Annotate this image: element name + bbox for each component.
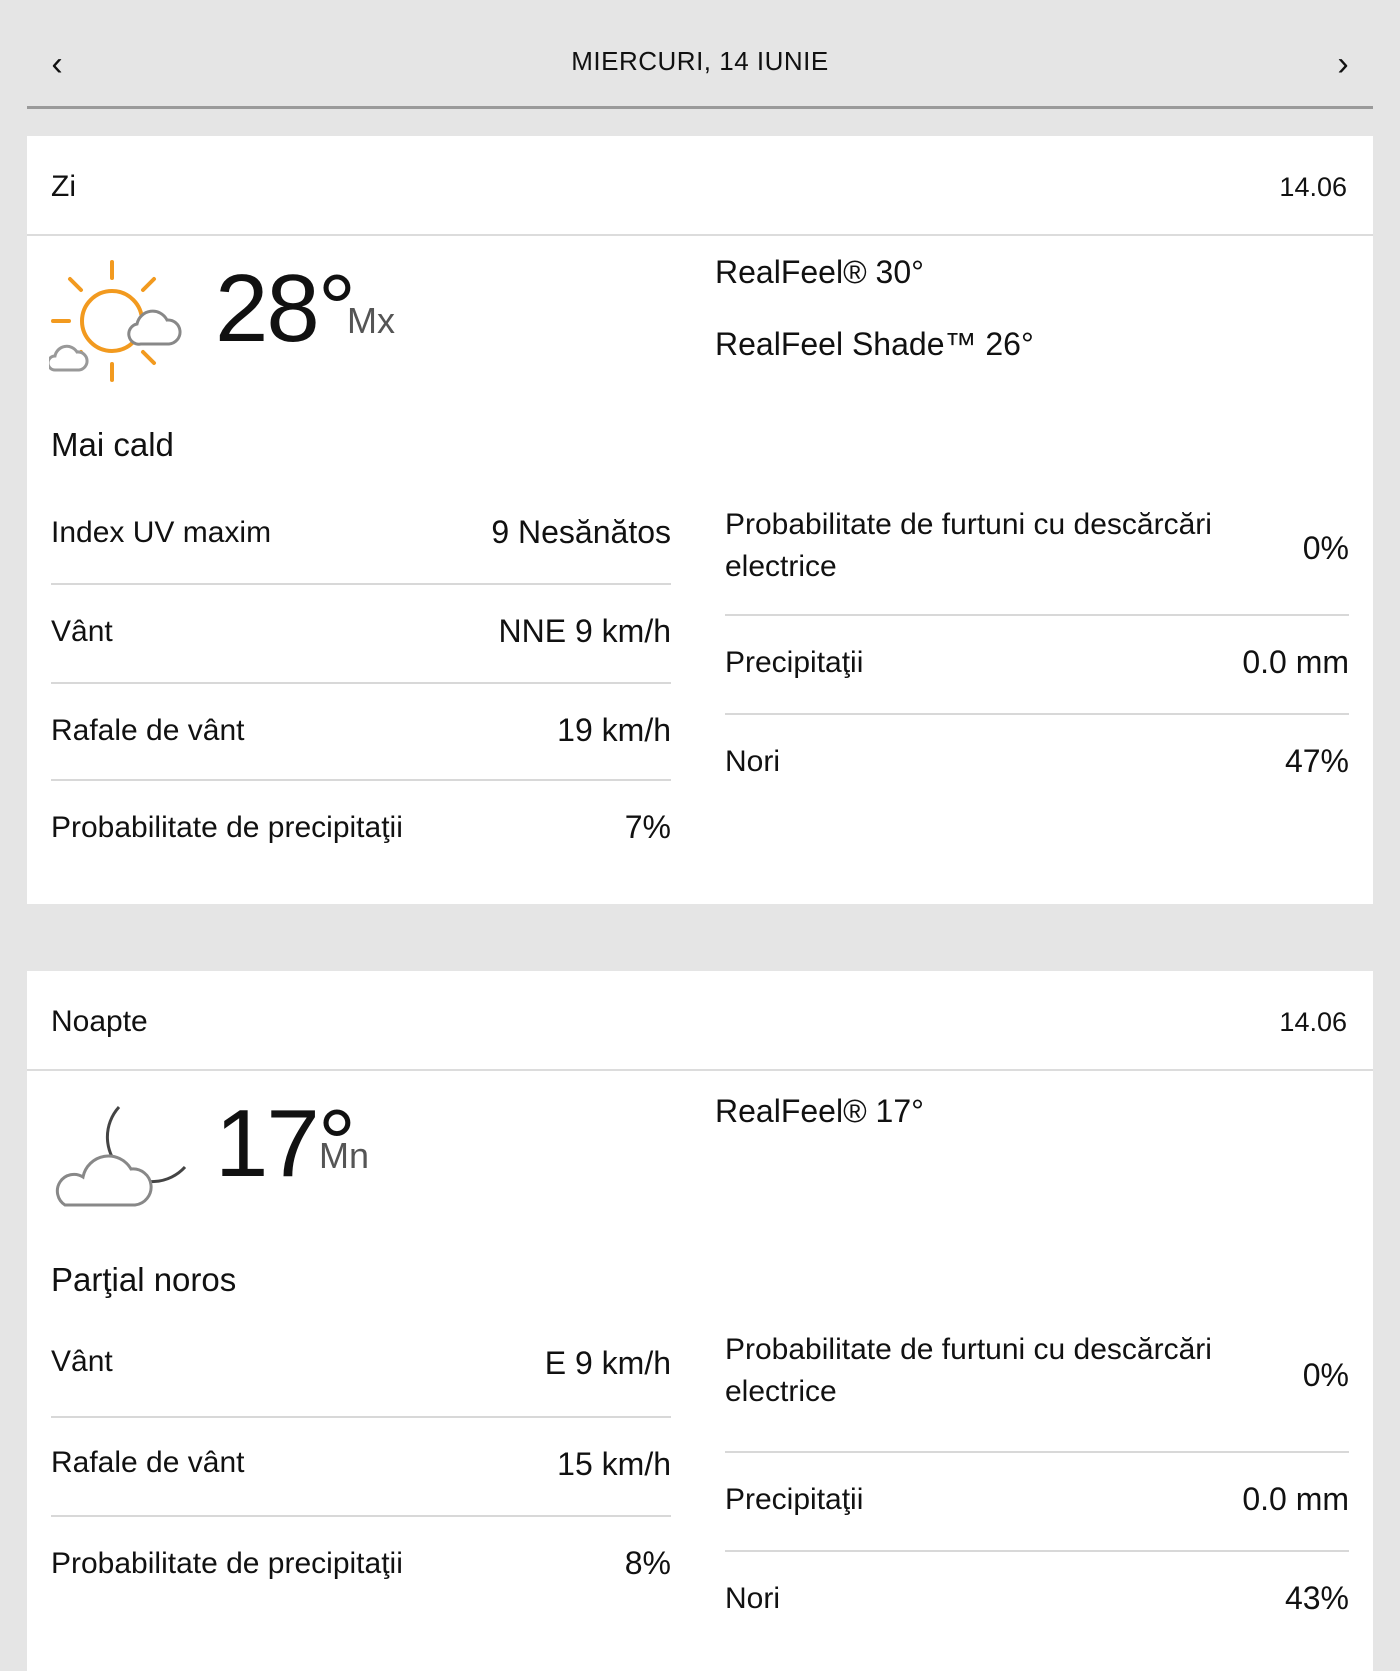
detail-label: Probabilitate de furtuni cu descărcări e… bbox=[725, 508, 1212, 583]
detail-label: Vânt bbox=[51, 1345, 113, 1378]
detail-row: Vânt E 9 km/h bbox=[51, 1321, 671, 1418]
day-realfeel-shade: RealFeel Shade™ 26° bbox=[715, 326, 1034, 362]
detail-value: 0% bbox=[1302, 1357, 1349, 1393]
night-temp-unit: Mn bbox=[319, 1135, 370, 1176]
chevron-right-icon[interactable]: › bbox=[1323, 44, 1363, 84]
day-details-left: Index UV maxim 9 Nesănătos Vânt NNE 9 km… bbox=[51, 486, 671, 880]
date-title: MIERCURI, 14 IUNIE bbox=[571, 46, 829, 76]
date-navigation: ‹ MIERCURI, 14 IUNIE › bbox=[27, 0, 1373, 109]
detail-row: Index UV maxim 9 Nesănătos bbox=[51, 486, 671, 585]
detail-label: Rafale de vânt bbox=[51, 714, 245, 747]
detail-value: 9 Nesănătos bbox=[491, 514, 671, 550]
detail-label: Nori bbox=[725, 745, 781, 778]
day-card-title: Zi bbox=[51, 170, 76, 203]
detail-value: 19 km/h bbox=[557, 712, 671, 748]
detail-label: Probabilitate de precipitaţii bbox=[51, 1547, 403, 1580]
day-card-date: 14.06 bbox=[1279, 172, 1347, 202]
detail-label: Probabilitate de furtuni cu descărcări e… bbox=[725, 1333, 1212, 1408]
detail-value: 0.0 mm bbox=[1242, 644, 1349, 680]
detail-label: Nori bbox=[725, 1582, 781, 1615]
detail-value: 15 km/h bbox=[557, 1446, 671, 1482]
detail-row: Nori 43% bbox=[725, 1552, 1349, 1651]
detail-row: Nori 47% bbox=[725, 715, 1349, 814]
day-temperature: 28° bbox=[215, 255, 356, 362]
detail-row: Probabilitate de furtuni cu descărcări e… bbox=[725, 1321, 1349, 1453]
detail-value: 47% bbox=[1284, 743, 1349, 779]
detail-row: Probabilitate de precipitaţii 8% bbox=[51, 1517, 671, 1616]
detail-value: E 9 km/h bbox=[544, 1345, 671, 1381]
partly-sunny-icon bbox=[49, 260, 182, 382]
detail-value: 0% bbox=[1302, 530, 1349, 566]
night-realfeel: RealFeel® 17° bbox=[715, 1093, 924, 1129]
night-details-right: Probabilitate de furtuni cu descărcări e… bbox=[725, 1321, 1349, 1651]
day-phrase: Mai cald bbox=[51, 426, 174, 463]
night-phrase: Parţial noros bbox=[51, 1261, 237, 1298]
detail-label: Precipitaţii bbox=[725, 1483, 864, 1516]
detail-row: Vânt NNE 9 km/h bbox=[51, 585, 671, 684]
detail-row: Rafale de vânt 15 km/h bbox=[51, 1418, 671, 1517]
detail-label: Index UV maxim bbox=[51, 516, 272, 549]
day-details-right: Probabilitate de furtuni cu descărcări e… bbox=[725, 486, 1349, 814]
detail-row: Probabilitate de furtuni cu descărcări e… bbox=[725, 486, 1349, 616]
detail-value: 7% bbox=[624, 809, 671, 845]
night-forecast-card: Noapte 14.06 17° Mn RealFeel® 17° Parţia… bbox=[27, 971, 1373, 1671]
detail-row: Precipitaţii 0.0 mm bbox=[725, 1453, 1349, 1552]
night-card-date: 14.06 bbox=[1279, 1007, 1347, 1037]
detail-label: Probabilitate de precipitaţii bbox=[51, 811, 403, 844]
day-hero: 28° Mx RealFeel® 30° RealFeel Shade™ 26° bbox=[27, 236, 1373, 406]
night-hero: 17° Mn RealFeel® 17° bbox=[27, 1071, 1373, 1241]
detail-row: Probabilitate de precipitaţii 7% bbox=[51, 781, 671, 880]
night-details-left: Vânt E 9 km/h Rafale de vânt 15 km/h Pro… bbox=[51, 1321, 671, 1616]
night-card-title: Noapte bbox=[51, 1005, 148, 1038]
detail-label: Precipitaţii bbox=[725, 646, 864, 679]
detail-value: 43% bbox=[1284, 1580, 1349, 1616]
day-card-header: Zi 14.06 bbox=[27, 136, 1373, 236]
night-card-header: Noapte 14.06 bbox=[27, 971, 1373, 1071]
day-forecast-card: Zi 14.06 28° Mx RealFeel® 30° RealFeel S… bbox=[27, 136, 1373, 904]
detail-label: Rafale de vânt bbox=[51, 1446, 245, 1479]
detail-value: NNE 9 km/h bbox=[498, 613, 671, 649]
detail-value: 0.0 mm bbox=[1242, 1481, 1349, 1517]
detail-row: Precipitaţii 0.0 mm bbox=[725, 616, 1349, 715]
day-realfeel: RealFeel® 30° bbox=[715, 254, 924, 290]
detail-row: Rafale de vânt 19 km/h bbox=[51, 684, 671, 781]
detail-label: Vânt bbox=[51, 615, 113, 648]
day-temp-unit: Mx bbox=[347, 300, 395, 341]
detail-value: 8% bbox=[624, 1545, 671, 1581]
partly-cloudy-night-icon bbox=[55, 1105, 187, 1207]
